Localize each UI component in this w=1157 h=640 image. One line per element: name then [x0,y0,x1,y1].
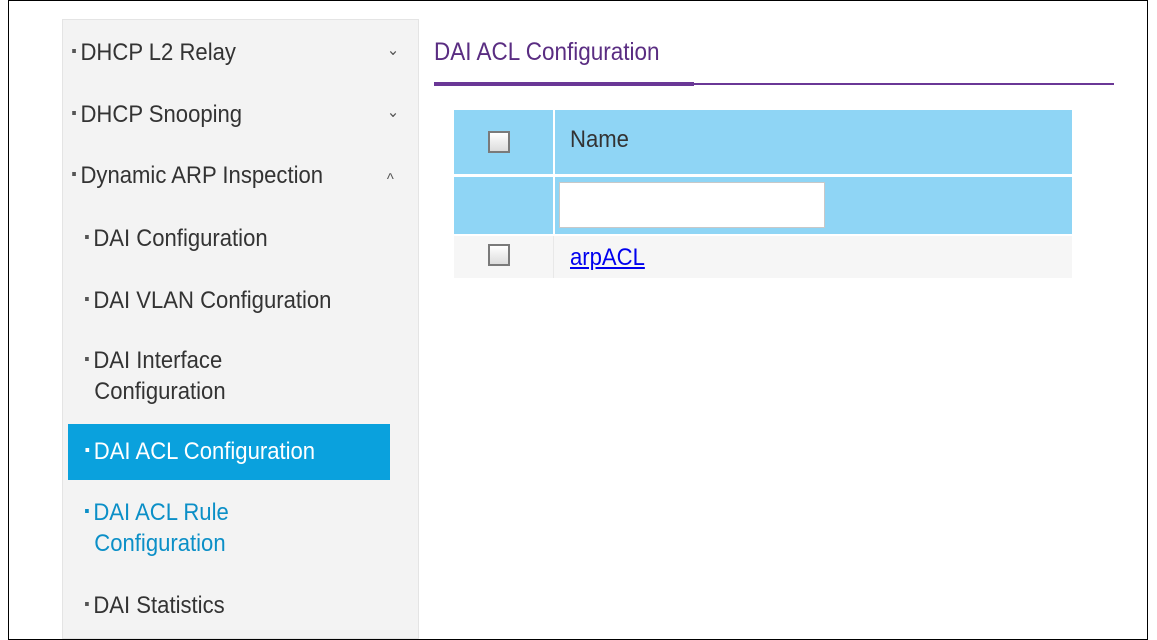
row-checkbox[interactable] [488,244,510,266]
sidebar-item-label: DAI ACL Rule [93,499,229,526]
table-header-row: Name [454,110,1072,174]
sidebar-item-dai-vlan-configuration[interactable]: DAI VLAN Configuration [63,285,390,316]
column-divider [553,110,555,174]
chevron-down-icon[interactable]: ⌄ [387,97,399,128]
sidebar-item-dai-configuration[interactable]: DAI Configuration [63,223,390,254]
column-divider [553,236,554,278]
sidebar-item-label: DAI ACL Configuration [93,438,316,465]
bullet-icon [85,447,90,452]
bullet-icon [85,601,89,606]
sidebar-item-label: DHCP Snooping [80,101,243,128]
bullet-icon [72,171,76,176]
bullet-icon [72,110,76,115]
sidebar-item-label-continued: Configuration [94,530,226,557]
sidebar-item-label: DAI VLAN Configuration [93,287,332,314]
sidebar-item-label: DAI Configuration [93,225,268,252]
sidebar-item-dai-interface-configuration[interactable]: DAI Interface Configuration [63,345,390,407]
sidebar-item-dai-statistics[interactable]: DAI Statistics [63,590,390,621]
sidebar-item-dhcp-l2-relay[interactable]: DHCP L2 Relay ⌄ [63,37,399,68]
chevron-down-icon[interactable]: ⌄ [387,35,399,66]
sidebar-item-dai-acl-rule-configuration[interactable]: DAI ACL Rule Configuration [63,497,390,559]
acl-table: Name arpACL [454,110,1072,278]
sidebar-nav: DHCP L2 Relay ⌄ DHCP Snooping ⌄ Dynamic … [62,19,419,639]
sidebar-item-label: DAI Statistics [93,592,225,619]
sidebar-item-dai-acl-configuration[interactable]: DAI ACL Configuration [68,424,390,480]
bullet-icon [85,356,89,361]
sidebar-item-dynamic-arp-inspection[interactable]: Dynamic ARP Inspection ^ [63,160,394,191]
sidebar-item-label: DHCP L2 Relay [80,39,236,66]
column-header-name: Name [570,126,629,153]
chevron-up-icon[interactable]: ^ [387,164,394,195]
sidebar-item-label-continued: Configuration [94,378,226,405]
bullet-icon [72,48,76,53]
sidebar-item-label: DAI Interface [93,347,223,374]
select-all-checkbox[interactable] [488,131,510,153]
title-underline [434,82,694,86]
table-filter-row [454,174,1072,234]
bullet-icon [85,234,89,239]
table-row: arpACL [454,234,1072,278]
acl-name-link[interactable]: arpACL [570,244,645,272]
name-filter-input[interactable] [559,182,825,228]
bullet-icon [85,296,89,301]
sidebar-item-label: Dynamic ARP Inspection [80,162,324,189]
page-title: DAI ACL Configuration [434,38,660,66]
sidebar-item-dhcp-snooping[interactable]: DHCP Snooping ⌄ [63,99,399,130]
bullet-icon [85,508,89,513]
column-divider [553,177,555,234]
